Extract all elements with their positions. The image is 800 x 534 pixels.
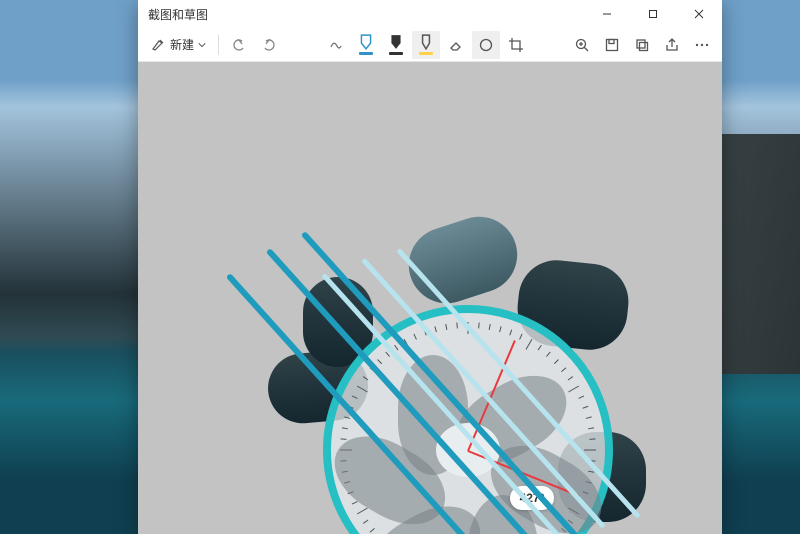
save-button[interactable]: [598, 31, 626, 59]
more-button[interactable]: [688, 31, 716, 59]
snip-sketch-window: 截图和草图 新建: [138, 0, 722, 534]
image-fragment: [399, 207, 527, 313]
pencil-button[interactable]: [382, 31, 410, 59]
ballpoint-pen-button[interactable]: [352, 31, 380, 59]
redo-button[interactable]: [255, 31, 283, 59]
copy-button[interactable]: [628, 31, 656, 59]
close-button[interactable]: [676, 0, 722, 28]
touch-writing-button[interactable]: [322, 31, 350, 59]
toolbar: 新建: [138, 28, 722, 62]
pen-color-indicator: [419, 52, 433, 55]
crop-button[interactable]: [502, 31, 530, 59]
zoom-button[interactable]: [568, 31, 596, 59]
minimize-button[interactable]: [584, 0, 630, 28]
canvas-area[interactable]: 427°: [138, 62, 722, 534]
maximize-button[interactable]: [630, 0, 676, 28]
share-button[interactable]: [658, 31, 686, 59]
undo-button[interactable]: [225, 31, 253, 59]
titlebar: 截图和草图: [138, 0, 722, 28]
highlighter-button[interactable]: [412, 31, 440, 59]
new-snip-label: 新建: [170, 36, 194, 53]
separator: [218, 35, 219, 55]
pen-group: [322, 31, 530, 59]
eraser-button[interactable]: [442, 31, 470, 59]
new-snip-button[interactable]: 新建: [144, 31, 212, 59]
ruler-protractor-button[interactable]: [472, 31, 500, 59]
window-title: 截图和草图: [148, 6, 208, 23]
pen-color-indicator: [389, 52, 403, 55]
pen-color-indicator: [359, 52, 373, 55]
